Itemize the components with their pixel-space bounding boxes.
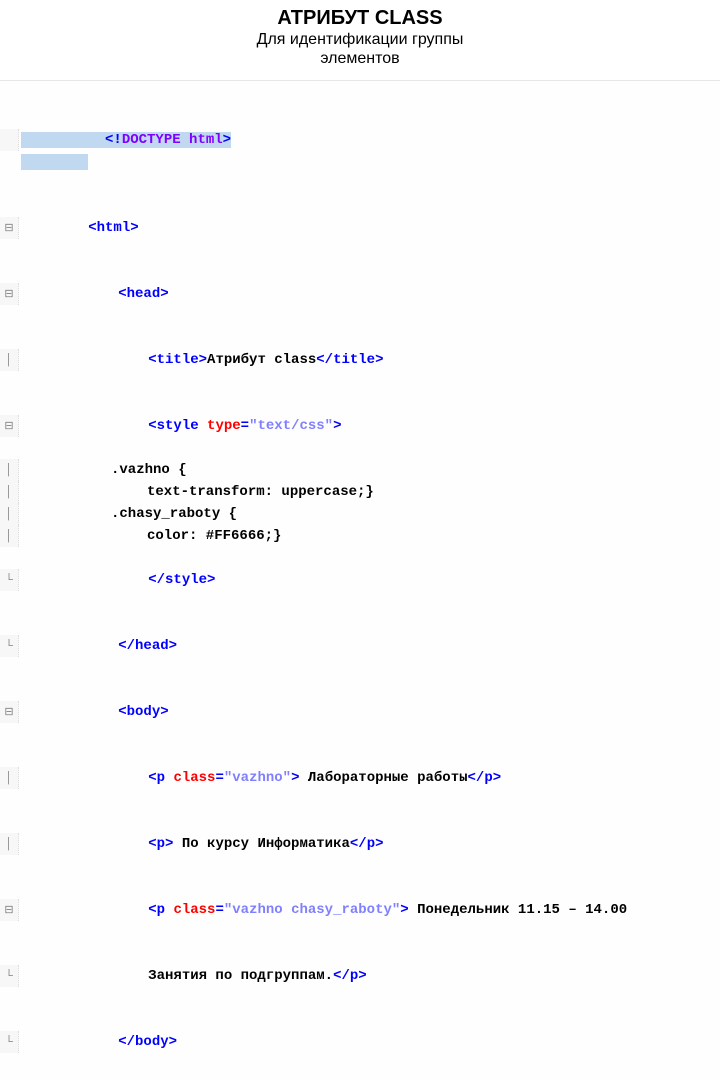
fold-end-icon: └ bbox=[0, 965, 19, 987]
fold-minus-icon[interactable]: ⊟ bbox=[0, 283, 19, 305]
heading-block: АТРИБУТ CLASS Для идентификации группы э… bbox=[0, 6, 720, 68]
fold-bar-icon: │ bbox=[0, 525, 19, 547]
code-line: │ <title>Атрибут class</title> bbox=[0, 327, 720, 393]
fold-bar-icon: │ bbox=[0, 459, 19, 481]
code-line: ⊟ <p class="vazhno chasy_raboty"> Понеде… bbox=[0, 877, 720, 943]
fold-bar-icon: │ bbox=[0, 349, 19, 371]
code-line: └ </body> bbox=[0, 1009, 720, 1075]
code-line: ⊟ <html> bbox=[0, 195, 720, 261]
code-line: └ </style> bbox=[0, 547, 720, 613]
code-line: │ <p class="vazhno"> Лабораторные работы… bbox=[0, 745, 720, 811]
fold-bar-icon: │ bbox=[0, 833, 19, 855]
fold-end-icon: └ bbox=[0, 635, 19, 657]
fold-end-icon: └ bbox=[0, 1031, 19, 1053]
fold-bar-icon: │ bbox=[0, 503, 19, 525]
code-line: │ .vazhno { bbox=[0, 459, 720, 481]
code-line: <!DOCTYPE html> bbox=[0, 85, 720, 195]
fold-end-icon: └ bbox=[0, 569, 19, 591]
code-line: └ </html> bbox=[0, 1075, 720, 1080]
code-line: │ .chasy_raboty { bbox=[0, 503, 720, 525]
fold-gutter bbox=[0, 129, 19, 151]
fold-minus-icon[interactable]: ⊟ bbox=[0, 415, 19, 437]
code-line: └ </head> bbox=[0, 613, 720, 679]
slide-title: АТРИБУТ CLASS bbox=[0, 6, 720, 30]
fold-bar-icon: │ bbox=[0, 481, 19, 503]
code-line: │ color: #FF6666;} bbox=[0, 525, 720, 547]
slide-subtitle-2: элементов bbox=[0, 49, 720, 68]
code-line: └ Занятия по подгруппам.</p> bbox=[0, 943, 720, 1009]
code-line: │ text-transform: uppercase;} bbox=[0, 481, 720, 503]
code-editor: <!DOCTYPE html> ⊟ <html> ⊟ <head> │ <tit… bbox=[0, 80, 720, 1080]
code-line: ⊟ <style type="text/css"> bbox=[0, 393, 720, 459]
fold-minus-icon[interactable]: ⊟ bbox=[0, 701, 19, 723]
code-line: ⊟ <body> bbox=[0, 679, 720, 745]
code-line: │ <p> По курсу Информатика</p> bbox=[0, 811, 720, 877]
slide-subtitle-1: Для идентификации группы bbox=[0, 30, 720, 49]
code-line: ⊟ <head> bbox=[0, 261, 720, 327]
fold-minus-icon[interactable]: ⊟ bbox=[0, 217, 19, 239]
fold-bar-icon: │ bbox=[0, 767, 19, 789]
fold-minus-icon[interactable]: ⊟ bbox=[0, 899, 19, 921]
